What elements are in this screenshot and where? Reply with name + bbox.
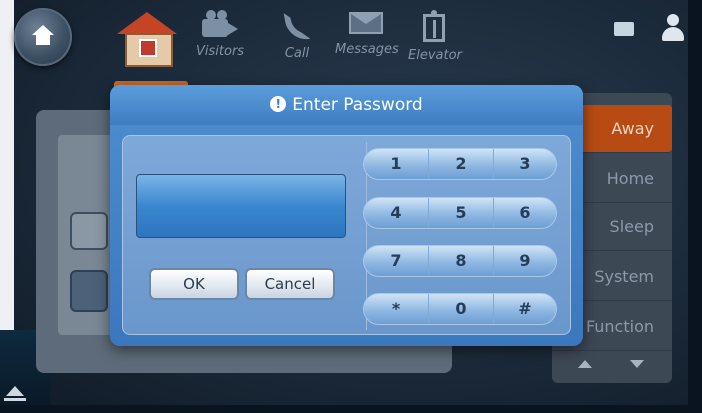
ok-button[interactable]: OK (149, 268, 239, 300)
key-3[interactable]: 3 (493, 149, 557, 179)
nav-call[interactable]: Call (282, 9, 312, 61)
nav-messages-label: Messages (335, 42, 399, 57)
nav-visitors[interactable]: Visitors (196, 10, 244, 59)
key-5[interactable]: 5 (428, 198, 494, 228)
nav-call-label: Call (284, 46, 310, 61)
user-icon[interactable] (660, 14, 686, 42)
password-dialog: ! Enter Password OK Cancel 1 2 3 4 5 6 7 … (110, 85, 583, 346)
key-2[interactable]: 2 (428, 149, 494, 179)
keypad-row: 7 8 9 (363, 245, 557, 277)
phone-icon (282, 9, 312, 43)
password-input[interactable] (136, 174, 346, 238)
home-button[interactable] (14, 8, 72, 66)
key-7[interactable]: 7 (364, 246, 428, 276)
key-1[interactable]: 1 (364, 149, 428, 179)
nav-messages[interactable]: Messages (335, 10, 399, 57)
dialog-title: Enter Password (292, 95, 423, 115)
eject-icon (6, 386, 24, 396)
cancel-button[interactable]: Cancel (245, 268, 335, 300)
panel-icon (70, 212, 108, 250)
keypad-row: * 0 # (363, 293, 557, 325)
house-icon[interactable] (112, 6, 188, 93)
key-0[interactable]: 0 (428, 294, 494, 324)
dialog-titlebar: ! Enter Password (110, 85, 583, 125)
scroll-up-icon[interactable] (578, 360, 592, 368)
scroll-down-icon[interactable] (630, 360, 644, 368)
key-9[interactable]: 9 (493, 246, 557, 276)
screen: Visitors Call Messages Elevator Away Hom… (0, 0, 702, 413)
keypad-row: 4 5 6 (363, 197, 557, 229)
nav-elevator[interactable]: Elevator (408, 10, 462, 63)
nav-visitors-label: Visitors (196, 44, 245, 59)
elevator-icon (421, 10, 449, 44)
message-indicator-icon[interactable] (614, 22, 634, 36)
keypad-row: 1 2 3 (363, 148, 557, 180)
key-star[interactable]: * (364, 294, 428, 324)
left-edge (0, 0, 14, 330)
envelope-icon (347, 10, 387, 38)
key-6[interactable]: 6 (493, 198, 557, 228)
dialog-body: OK Cancel 1 2 3 4 5 6 7 8 9 * 0 # (122, 135, 571, 335)
key-hash[interactable]: # (493, 294, 557, 324)
key-4[interactable]: 4 (364, 198, 428, 228)
info-icon: ! (270, 95, 287, 112)
home-icon (32, 25, 54, 35)
plant-icon (70, 270, 108, 312)
nav-elevator-label: Elevator (408, 48, 462, 63)
camera-icon (200, 10, 240, 40)
key-8[interactable]: 8 (428, 246, 494, 276)
